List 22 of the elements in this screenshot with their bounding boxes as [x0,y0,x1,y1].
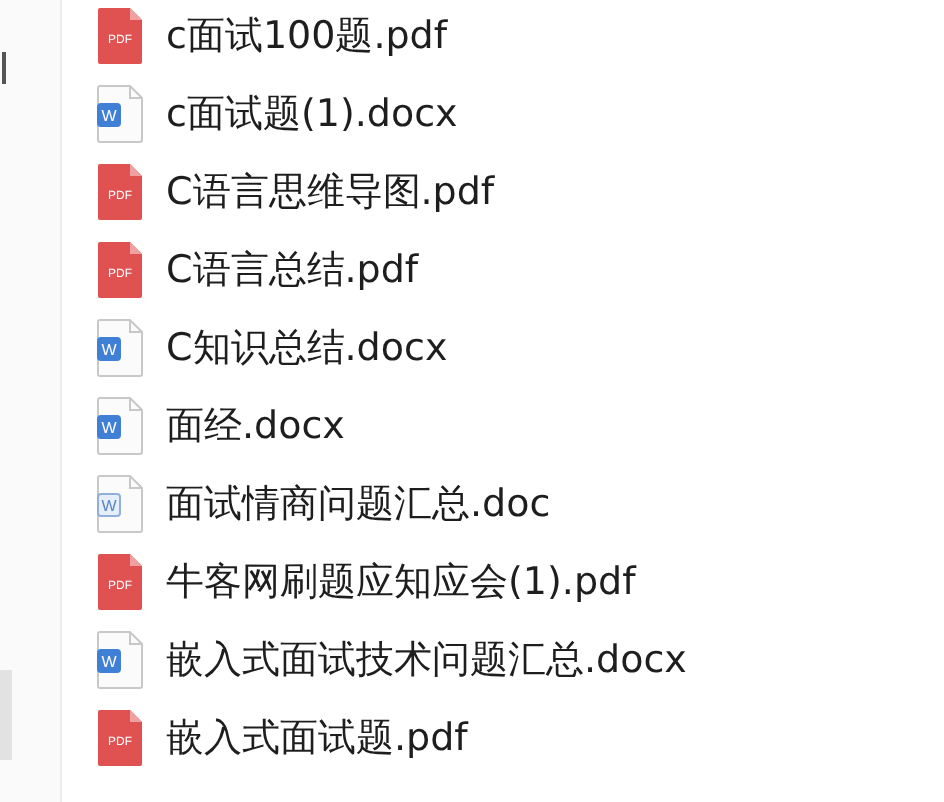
document-file-icon: W [96,83,144,143]
file-item[interactable]: W C知识总结.docx [96,308,687,386]
file-name: c面试题(1).docx [166,89,458,139]
document-file-icon: W [96,395,144,455]
scrollbar-thumb[interactable] [0,670,12,760]
file-name: 牛客网刷题应知应会(1).pdf [166,557,636,607]
file-name: C语言思维导图.pdf [166,167,495,217]
document-file-icon: W [96,473,144,533]
file-name: C语言总结.pdf [166,245,419,295]
file-name: 面经.docx [166,401,345,451]
file-name: 嵌入式面试题.pdf [166,713,468,763]
file-name: C知识总结.docx [166,323,448,373]
file-item[interactable]: W c面试题(1).docx [96,74,687,152]
file-item[interactable]: W 嵌入式面试技术问题汇总.docx [96,620,687,698]
file-name: c面试100题.pdf [166,11,448,61]
file-item[interactable]: W 面经.docx [96,386,687,464]
scrollbar [2,52,6,84]
file-item[interactable]: W 面试情商问题汇总.doc [96,464,687,542]
file-name: 嵌入式面试技术问题汇总.docx [166,635,687,685]
document-file-icon: W [96,317,144,377]
document-file-icon: W [96,629,144,689]
file-name: 面试情商问题汇总.doc [166,479,551,529]
